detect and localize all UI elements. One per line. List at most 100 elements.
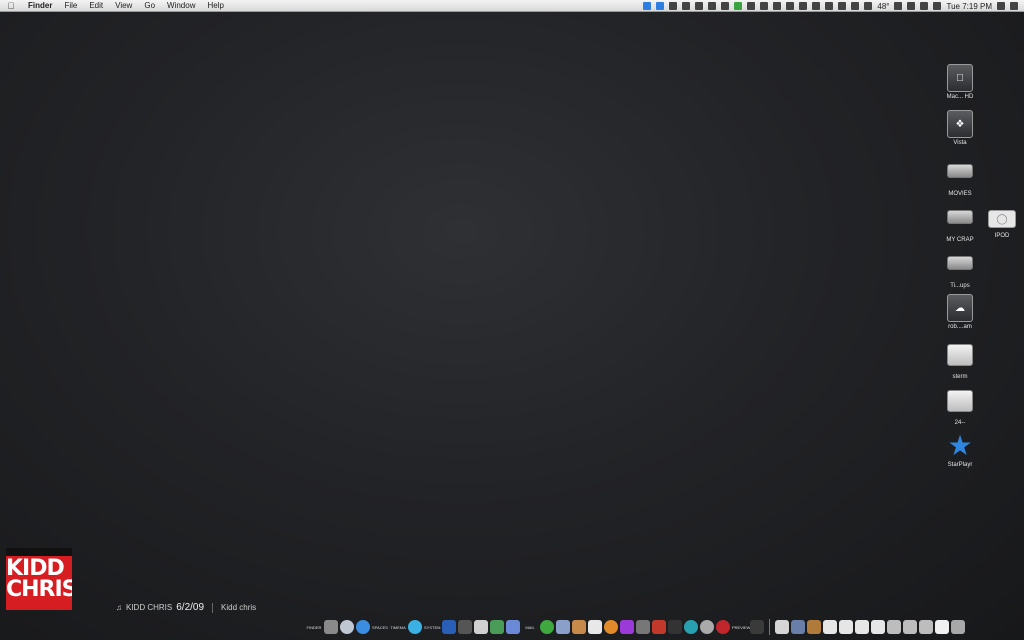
dock-folder-icon[interactable] — [871, 620, 885, 634]
desktop-icon-label: IPOD — [994, 233, 1010, 239]
dock-finder-label[interactable]: FINDER — [306, 625, 322, 630]
dock-grid-icon[interactable] — [458, 620, 472, 634]
dock-printer-icon[interactable] — [474, 620, 488, 634]
dock-pen-icon[interactable] — [636, 620, 650, 634]
desktop-icon-movies[interactable]: MOVIES — [940, 156, 980, 197]
dock-spaces-label[interactable]: SPACES — [372, 625, 388, 630]
sync-icon[interactable] — [656, 2, 665, 10]
dock-tools-icon[interactable] — [791, 620, 805, 634]
ipod-icon: ◯ — [988, 210, 1016, 228]
time-machine-icon[interactable] — [812, 2, 821, 10]
dock-dark-icon[interactable] — [750, 620, 764, 634]
desktop-icon-vista[interactable]: ❖ Vista — [940, 110, 980, 146]
now-playing-title: Kidd chris — [221, 603, 257, 612]
desktop-icon-tiups[interactable]: Ti...ups — [940, 248, 980, 289]
dock-camera-icon[interactable] — [324, 620, 338, 634]
battery-icon[interactable] — [851, 2, 860, 10]
brush-icon[interactable] — [708, 2, 717, 10]
windows-drive-icon: ❖ — [947, 110, 973, 138]
dock-ball-icon[interactable] — [604, 620, 618, 634]
dock-opera-icon[interactable] — [716, 620, 730, 634]
dock-preview-label[interactable]: PREVIEW — [732, 625, 750, 630]
dock-system-label[interactable]: SYSTEM — [424, 625, 440, 630]
dock-terminal-icon[interactable] — [490, 620, 504, 634]
dock-photo-icon[interactable] — [572, 620, 586, 634]
music-note-icon[interactable] — [695, 2, 704, 10]
dock-mail-label[interactable]: MAIL — [522, 625, 538, 630]
dock-timemachine-label[interactable]: TIMEMA — [390, 625, 406, 630]
calendar-icon[interactable] — [894, 2, 903, 10]
menu-help[interactable]: Help — [201, 0, 229, 12]
now-playing-date: 6/2/09 — [176, 602, 205, 613]
headphones-icon[interactable] — [825, 2, 834, 10]
dock: FINDER SPACES TIMEMA SYSTEM MAIL PREVIEW — [306, 616, 1018, 638]
wifi-icon[interactable] — [933, 2, 942, 10]
menu-view[interactable]: View — [109, 0, 138, 12]
now-playing-widget: ♫ KIDD CHRIS 6/2/09 Kidd chris — [116, 602, 256, 613]
eject-icon[interactable] — [997, 2, 1005, 10]
desktop-icon-rob-am[interactable]: ☁ rob....am — [940, 294, 980, 330]
dock-notes-icon[interactable] — [588, 620, 602, 634]
menu-finder[interactable]: Finder — [22, 0, 58, 12]
dock-drive-icon[interactable] — [887, 620, 901, 634]
desktop-icon-label: StarPlayr — [947, 462, 973, 468]
crossed-icon[interactable] — [760, 2, 769, 10]
spotlight-icon[interactable] — [1010, 2, 1018, 10]
menu-extras: 48° Tue 7:19 PM — [643, 0, 1018, 12]
temperature-readout[interactable]: 48° — [877, 2, 889, 11]
tag-icon[interactable] — [747, 2, 756, 10]
menu-edit[interactable]: Edit — [83, 0, 109, 12]
dock-dashboard-icon[interactable] — [684, 620, 698, 634]
logo-band — [6, 548, 72, 556]
dock-folder-icon[interactable] — [855, 620, 869, 634]
dock-music-icon[interactable] — [442, 620, 456, 634]
dock-drive-icon[interactable] — [919, 620, 933, 634]
activity-icon[interactable] — [786, 2, 795, 10]
clipboard-icon[interactable] — [669, 2, 678, 10]
clock[interactable]: Tue 7:19 PM — [946, 2, 992, 11]
desktop-icon-label: Vista — [953, 140, 967, 146]
menu-go[interactable]: Go — [138, 0, 161, 12]
dropbox-icon[interactable] — [643, 2, 652, 10]
desktop-icon-ipod[interactable]: ◯ IPOD — [982, 206, 1022, 239]
dock-purple-icon[interactable] — [620, 620, 634, 634]
phone-icon[interactable] — [773, 2, 782, 10]
dock-itunes-icon[interactable] — [668, 620, 682, 634]
dock-folder-icon[interactable] — [823, 620, 837, 634]
apple-icon[interactable]:  — [0, 1, 22, 11]
desktop-icon-mac-hd[interactable]:  Mac... HD — [940, 64, 980, 100]
dock-document-icon[interactable] — [935, 620, 949, 634]
chat-icon[interactable] — [734, 2, 743, 10]
dock-utorrent-icon[interactable] — [540, 620, 554, 634]
refresh-icon[interactable] — [838, 2, 847, 10]
display-icon[interactable] — [682, 2, 691, 10]
now-playing-artist: KIDD CHRIS — [126, 603, 173, 612]
dock-disk-icon[interactable] — [340, 620, 354, 634]
trash-icon[interactable] — [951, 620, 965, 634]
bolt-icon[interactable] — [799, 2, 808, 10]
desktop-icon-starplayr[interactable]: ★ StarPlayr — [940, 432, 980, 469]
bluetooth-icon[interactable] — [907, 2, 916, 10]
desktop-icon-24[interactable]: 24-- — [940, 386, 980, 426]
menu-file[interactable]: File — [58, 0, 83, 12]
desktop-icon-my-crap[interactable]: MY CRAP — [940, 202, 980, 243]
folder-icon — [947, 344, 973, 366]
folder-icon — [947, 390, 973, 412]
desktop-icon-sterm[interactable]: sterm — [940, 340, 980, 380]
menu-window[interactable]: Window — [161, 0, 201, 12]
settings-icon[interactable] — [721, 2, 730, 10]
dock-app-icon[interactable] — [556, 620, 570, 634]
dock-safari-icon[interactable] — [356, 620, 370, 634]
dock-stack-icon[interactable] — [775, 620, 789, 634]
desktop-icon-label: rob....am — [948, 324, 972, 330]
cpu-meter-icon[interactable] — [864, 2, 873, 10]
dock-drive-icon[interactable] — [903, 620, 917, 634]
dock-script-icon[interactable] — [506, 620, 520, 634]
logo-line-2: CHRIS — [6, 577, 72, 602]
dock-folder-icon[interactable] — [839, 620, 853, 634]
arrow-icon[interactable] — [920, 2, 929, 10]
dock-cloud-icon[interactable] — [408, 620, 422, 634]
dock-globe-icon[interactable] — [700, 620, 714, 634]
dock-brush-icon[interactable] — [807, 620, 821, 634]
dock-parallels-icon[interactable] — [652, 620, 666, 634]
